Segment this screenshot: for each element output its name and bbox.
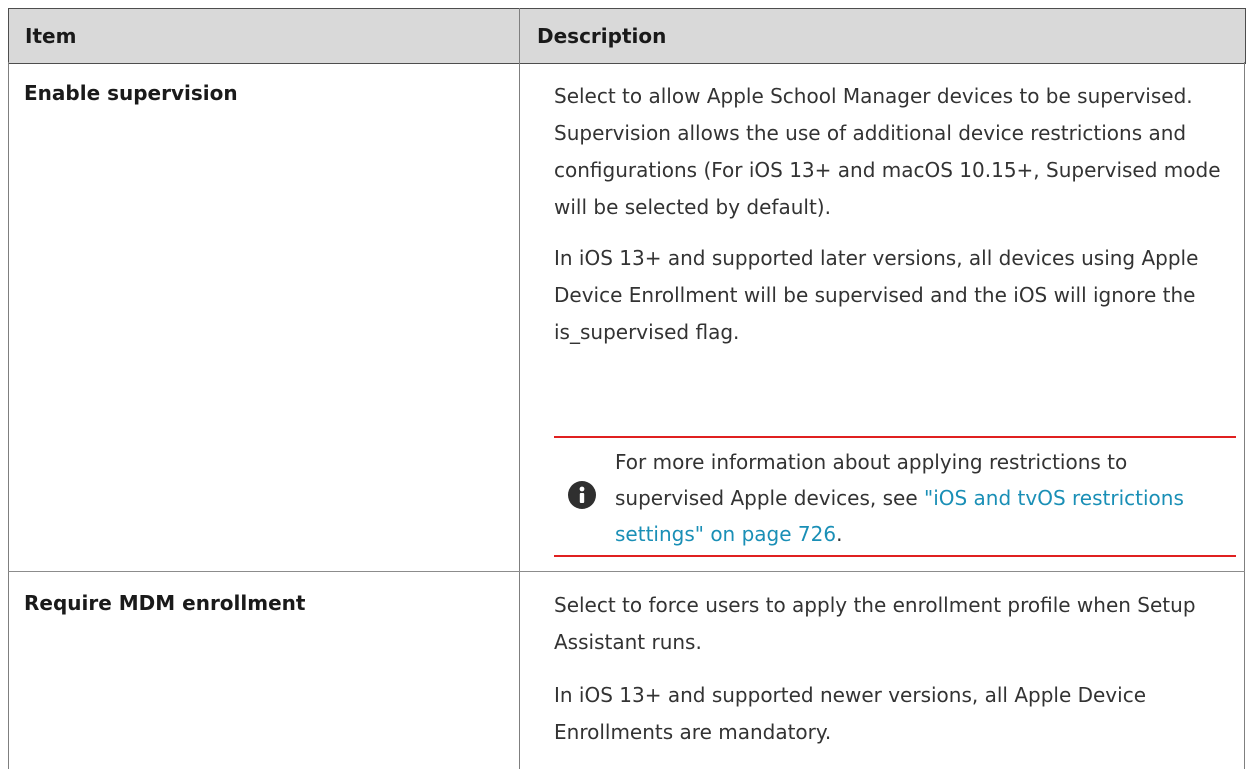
table-right-border — [1244, 62, 1245, 769]
info-icon — [568, 481, 596, 509]
table-column-divider — [519, 62, 520, 769]
header-column-divider — [519, 8, 520, 62]
note-text-after: . — [836, 522, 843, 546]
row-item-require-mdm-enrollment: Require MDM enrollment — [24, 591, 306, 615]
description-paragraph: Select to force users to apply the enrol… — [554, 593, 1196, 654]
table-left-border — [8, 62, 9, 769]
header-item: Item — [25, 24, 77, 48]
row-description-enable-supervision-2: In iOS 13+ and supported later versions,… — [554, 240, 1224, 351]
note-box: For more information about applying rest… — [554, 436, 1236, 557]
settings-table: Item Description Enable supervision Sele… — [8, 8, 1246, 769]
row-item-enable-supervision: Enable supervision — [24, 81, 238, 105]
row-separator — [8, 571, 1245, 572]
header-description: Description — [537, 24, 667, 48]
row-description-enable-supervision: Select to allow Apple School Manager dev… — [554, 78, 1224, 226]
description-paragraph: In iOS 13+ and supported newer versions,… — [554, 683, 1147, 744]
note-text: For more information about applying rest… — [615, 444, 1215, 552]
table-header: Item Description — [8, 8, 1246, 64]
description-paragraph: Select to allow Apple School Manager dev… — [554, 84, 1221, 219]
row-description-require-mdm: Select to force users to apply the enrol… — [554, 587, 1224, 661]
row-description-require-mdm-2: In iOS 13+ and supported newer versions,… — [554, 677, 1224, 751]
description-paragraph: In iOS 13+ and supported later versions,… — [554, 246, 1199, 344]
